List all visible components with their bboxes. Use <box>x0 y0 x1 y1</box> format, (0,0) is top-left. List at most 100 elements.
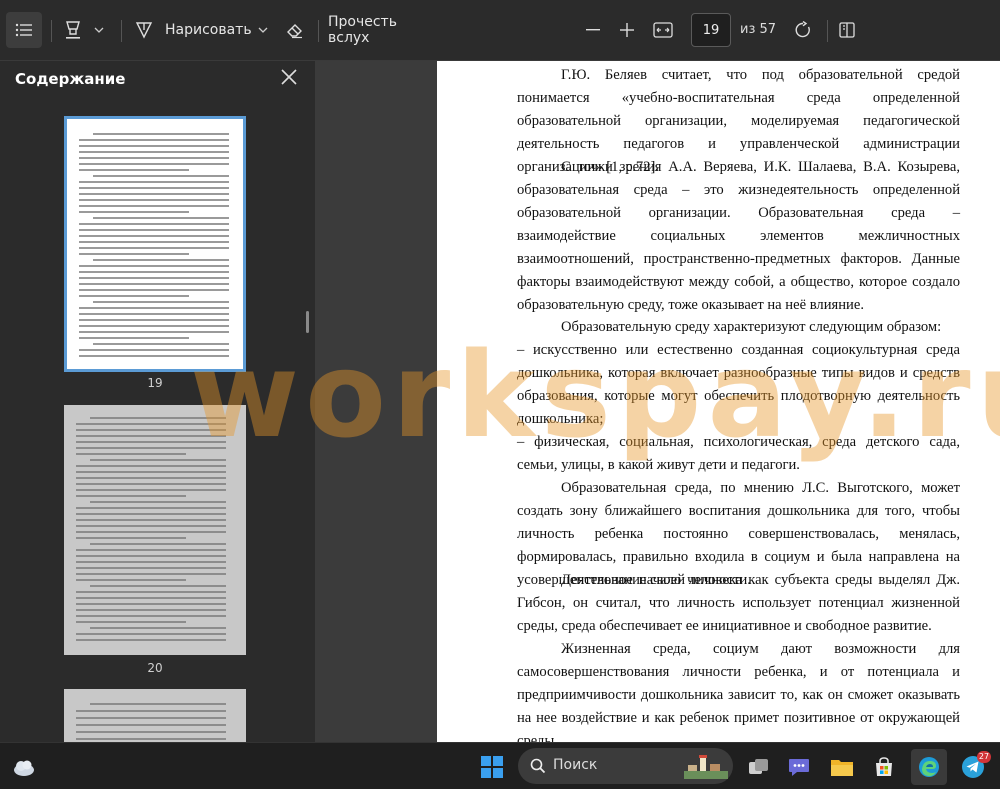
notification-badge: 27 <box>977 751 991 763</box>
thumbnail-text-line <box>93 301 229 303</box>
thumbnail-text-line <box>76 423 226 425</box>
chat-app-button[interactable] <box>781 749 817 785</box>
thumbnail-text-line <box>79 247 229 249</box>
thumbnail-text-line <box>76 567 226 569</box>
thumbnail-text-line <box>79 145 229 147</box>
page-thumbnail-20[interactable] <box>64 405 246 655</box>
thumbnail-text-line <box>79 211 189 213</box>
thumbnail-text-line <box>79 163 229 165</box>
thumbnail-text-line <box>76 471 226 473</box>
toolbar-separator <box>827 20 828 42</box>
rotate-icon <box>795 21 810 38</box>
draw-button[interactable]: Нарисовать <box>134 12 258 48</box>
document-paragraph: Деятельное начало человека как субъекта … <box>517 572 960 634</box>
page-view-icon <box>839 22 855 38</box>
thumbnail-text-line <box>90 417 226 419</box>
thumbnail-text-line <box>76 579 186 581</box>
file-explorer-button[interactable] <box>824 749 860 785</box>
chevron-down-icon <box>94 27 104 33</box>
document-paragraph: С точки зрения А.А. Веряева, И.К. Шалаев… <box>517 159 960 313</box>
thumbnail-text-line <box>79 349 229 351</box>
thumbnail-text-line <box>76 549 226 551</box>
contents-scrollbar[interactable] <box>306 311 309 333</box>
page-view-button[interactable] <box>832 12 862 48</box>
taskbar: Поиск 27 <box>0 742 1000 789</box>
thumbnail-text-line <box>76 633 226 635</box>
erase-button[interactable] <box>280 12 310 48</box>
thumbnail-text-line <box>76 603 226 605</box>
thumbnail-text-line <box>76 717 226 719</box>
thumbnail-text-line <box>76 525 226 527</box>
thumbnail-text-line <box>79 181 229 183</box>
read-aloud-label: Прочесть вслух <box>328 14 397 46</box>
thumbnail-text-line <box>90 501 226 503</box>
document-paragraph: – искусственно или естественно созданная… <box>517 342 960 427</box>
contents-toggle-button[interactable] <box>6 12 42 48</box>
read-aloud-button[interactable]: Прочесть вслух <box>328 12 438 48</box>
document-gutter <box>315 61 437 742</box>
thumbnail-text-line <box>79 151 229 153</box>
toolbar: Нарисовать Прочесть вслух 19 из 57 <box>0 0 1000 61</box>
highlight-options-button[interactable] <box>90 12 108 48</box>
thumbnail-text-line <box>76 724 226 726</box>
page-thumbnail-19[interactable] <box>64 116 246 372</box>
thumbnail-text-line <box>93 133 229 135</box>
store-button[interactable] <box>866 749 902 785</box>
highlight-button[interactable] <box>58 12 88 48</box>
fit-width-button[interactable] <box>648 12 678 48</box>
store-bag-icon <box>876 757 892 776</box>
thumbnail-text-line <box>79 199 229 201</box>
rotate-button[interactable] <box>788 12 818 48</box>
thumbnail-text-line <box>76 710 226 712</box>
thumbnail-text-line <box>76 441 226 443</box>
thumbnail-text-line <box>76 639 226 641</box>
thumbnail-text-line <box>76 465 226 467</box>
thumbnail-text-line <box>79 271 229 273</box>
cloud-icon <box>14 760 34 776</box>
thumbnail-text-line <box>76 555 226 557</box>
close-contents-button[interactable] <box>279 67 299 87</box>
thumbnail-text-line <box>76 507 226 509</box>
thumbnail-text-line <box>90 585 226 587</box>
search-icon <box>530 758 546 774</box>
thumbnail-text-line <box>76 609 226 611</box>
telegram-button[interactable]: 27 <box>955 749 991 785</box>
close-icon <box>281 69 297 85</box>
thumbnail-text-line <box>79 319 229 321</box>
document-paragraph: Образовательную среду характеризуют след… <box>561 319 942 335</box>
thumbnail-text-line <box>76 453 186 455</box>
thumbnail-text-line <box>79 205 229 207</box>
contents-title: Содержание <box>15 70 126 88</box>
thumbnail-text-line <box>79 295 189 297</box>
draw-options-button[interactable] <box>254 12 272 48</box>
start-button[interactable] <box>474 749 510 785</box>
thumbnail-text-line <box>79 289 229 291</box>
taskbar-search[interactable]: Поиск <box>518 748 733 784</box>
thumbnail-text-line <box>79 157 229 159</box>
plus-icon <box>620 23 634 37</box>
thumbnail-text-line <box>76 561 226 563</box>
task-view-button[interactable] <box>741 749 777 785</box>
thumbnail-text-line <box>76 513 226 515</box>
edge-browser-button[interactable] <box>911 749 947 785</box>
thumbnail-text-line <box>76 495 186 497</box>
folder-icon <box>831 760 853 776</box>
thumbnail-text-line <box>90 543 226 545</box>
zoom-in-button[interactable] <box>613 12 641 48</box>
page-number-input[interactable]: 19 <box>691 13 731 47</box>
thumbnail-text-line <box>79 307 229 309</box>
page-thumbnail-next[interactable] <box>64 689 246 742</box>
page-total-label: из 57 <box>740 22 777 37</box>
draw-label: Нарисовать <box>165 22 252 38</box>
thumbnail-text-line <box>76 519 226 521</box>
draw-pen-icon <box>135 22 153 39</box>
zoom-out-button[interactable] <box>579 12 607 48</box>
contents-panel: Содержание 19 20 <box>0 61 315 742</box>
thumbnail-text-line <box>79 355 229 357</box>
thumbnail-text-line <box>76 429 226 431</box>
thumbnail-text-line <box>76 738 226 740</box>
chat-bubble-icon <box>789 759 809 776</box>
thumbnail-text-line <box>76 591 226 593</box>
weather-widget[interactable] <box>6 749 42 785</box>
edge-logo-icon <box>919 757 939 777</box>
